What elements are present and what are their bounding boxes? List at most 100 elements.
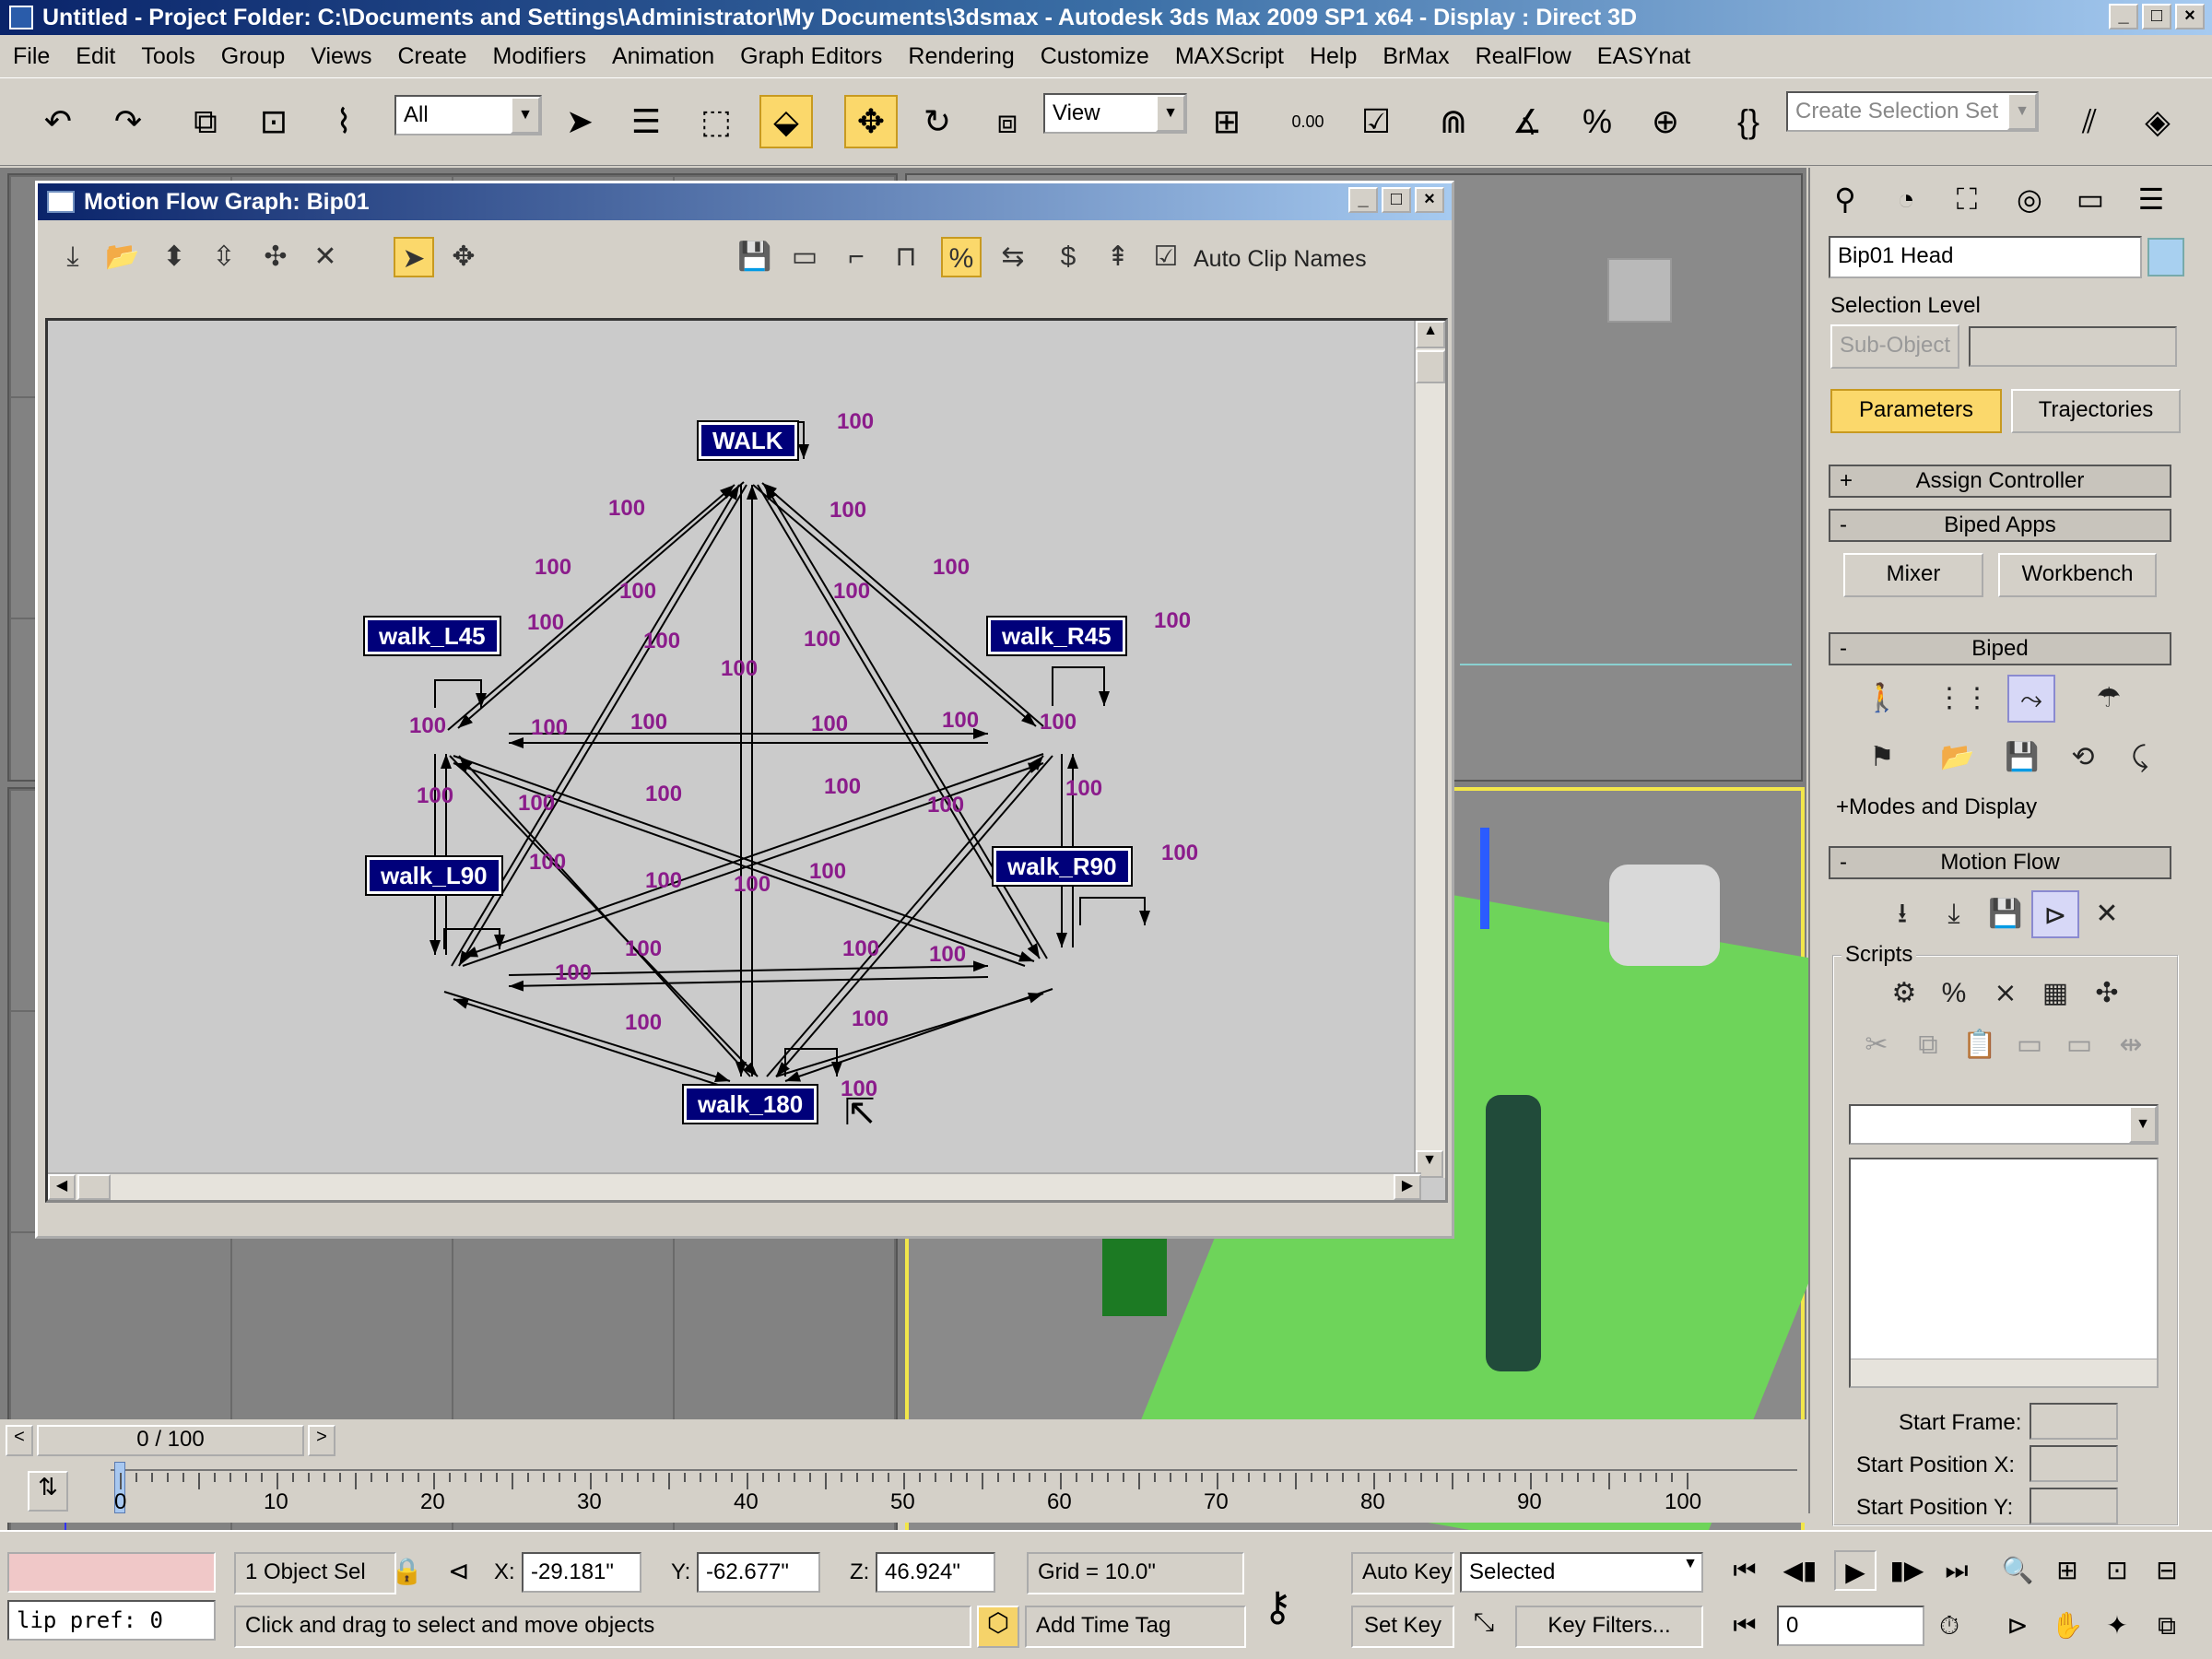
named-selection-set-dropdown[interactable]: Create Selection Set ▼ [1786, 91, 2039, 132]
transition-weight[interactable]: 100 [734, 872, 771, 898]
menu-modifiers[interactable]: Modifiers [493, 43, 586, 70]
maxscript-mini-listener-pink[interactable] [7, 1552, 216, 1593]
unlink-icon[interactable]: ⊡ [247, 95, 300, 148]
transition-weight[interactable]: 100 [833, 579, 870, 605]
transition-weight[interactable]: 100 [721, 656, 758, 682]
define-script-icon[interactable]: ⚙ [1880, 970, 1928, 1018]
scale-icon[interactable]: ⧈ [981, 95, 1034, 148]
save-script-icon[interactable]: 💾 [735, 237, 775, 277]
transition-weight[interactable]: 100 [531, 715, 568, 741]
add-time-tag-icon[interactable]: ⬡ [977, 1606, 1019, 1648]
transition-weight[interactable]: 100 [1161, 841, 1198, 866]
sub-object-button[interactable]: Sub-Object [1830, 324, 1959, 369]
menu-rendering[interactable]: Rendering [908, 43, 1014, 70]
workbench-button[interactable]: Workbench [1998, 553, 2157, 597]
insert-icon[interactable]: ▭ [2006, 1021, 2053, 1069]
create-multiple-transitions-icon[interactable]: ✕ [2083, 890, 2131, 938]
motion-flow-mode-icon[interactable]: ⤳ [2007, 675, 2055, 723]
undo-icon[interactable]: ↶ [31, 95, 85, 148]
mixer-mode-icon[interactable]: ☂ [2085, 675, 2133, 723]
biped-rollout[interactable]: - Biped [1829, 632, 2171, 665]
delete-icon[interactable]: ✕ [305, 237, 346, 277]
biped-apps-rollout[interactable]: - Biped Apps [1829, 509, 2171, 542]
maximize-viewport-icon[interactable]: ⧉ [2146, 1606, 2188, 1646]
reference-coordinate-dropdown[interactable]: View ▼ [1043, 93, 1187, 134]
transition-weight[interactable]: 100 [409, 713, 446, 739]
create-clip-icon[interactable]: ⌐ [836, 237, 877, 277]
motion-flow-rollout[interactable]: - Motion Flow [1829, 846, 2171, 879]
auto-key-button[interactable]: Auto Key [1351, 1552, 1454, 1594]
footstep-mode-icon[interactable]: ⋮⋮ [1936, 675, 1991, 723]
move-icon[interactable]: ✥ [844, 95, 898, 148]
start-position-x-spinner[interactable] [2030, 1445, 2118, 1482]
mfg-maximize-button[interactable]: □ [1382, 187, 1411, 213]
spinner-snap-icon[interactable]: 0.00 [1281, 95, 1335, 148]
save-file-icon[interactable]: 💾 [1998, 734, 2046, 782]
set-key-button[interactable]: Set Key [1351, 1606, 1454, 1648]
menu-customize[interactable]: Customize [1041, 43, 1149, 70]
lock-selection-icon[interactable]: 🔒 [391, 1556, 423, 1586]
pan-view-icon[interactable]: ✋ [2046, 1606, 2088, 1646]
time-slider-prev-icon[interactable]: < [6, 1425, 33, 1456]
transition-weight[interactable]: 100 [824, 774, 861, 800]
show-random-icon[interactable]: ▭ [784, 237, 825, 277]
menu-help[interactable]: Help [1310, 43, 1357, 70]
move-all-mode-icon[interactable]: ⤹ [2116, 734, 2164, 782]
y-coordinate-field[interactable]: -62.677" [697, 1552, 820, 1593]
transition-weight[interactable]: 100 [518, 791, 555, 817]
mfg-close-button[interactable]: × [1415, 187, 1444, 213]
move-clip-icon[interactable]: ✥ [443, 237, 484, 277]
transition-weight[interactable]: 100 [645, 868, 682, 894]
transition-weight[interactable]: 100 [630, 710, 667, 735]
create-tab-icon[interactable]: ⚲ [1819, 175, 1871, 223]
transition-weight[interactable]: 100 [933, 555, 970, 581]
utilities-tab-icon[interactable]: ☰ [2125, 175, 2177, 223]
start-position-y-spinner[interactable] [2030, 1488, 2118, 1524]
append-mfe-icon[interactable]: ⤓ [1930, 890, 1978, 938]
transition-weight[interactable]: 100 [1040, 710, 1077, 735]
remove-icon[interactable]: ▭ [2055, 1021, 2103, 1069]
bind-space-warp-icon[interactable]: ⌇ [317, 95, 371, 148]
menu-views[interactable]: Views [311, 43, 371, 70]
transition-weight[interactable]: 100 [619, 579, 656, 605]
maxscript-mini-listener[interactable]: lip pref: 0 [7, 1600, 216, 1641]
orbit-icon[interactable]: ✦ [2096, 1606, 2138, 1646]
named-selection-braces-icon[interactable]: {} [1722, 95, 1775, 148]
transition-weight[interactable]: 100 [927, 793, 964, 818]
edit-named-selection-icon[interactable]: ☑ [1349, 95, 1403, 148]
transition-weight[interactable]: 100 [608, 496, 645, 522]
menu-tools[interactable]: Tools [141, 43, 194, 70]
time-slider-next-icon[interactable]: > [308, 1425, 335, 1456]
transition-weight[interactable]: 100 [625, 936, 662, 962]
key-mode-dropdown[interactable]: Selected ▼ [1460, 1552, 1703, 1593]
transition-weight[interactable]: 100 [643, 629, 680, 654]
script-dropdown[interactable]: ▼ [1849, 1104, 2159, 1145]
select-arrow-icon[interactable]: ➤ [394, 237, 434, 277]
transition-weight[interactable]: 100 [811, 712, 848, 737]
parameters-tab[interactable]: Parameters [1830, 389, 2002, 433]
key-filters-button[interactable]: Key Filters... [1515, 1606, 1703, 1648]
key-mode-toggle-icon[interactable]: ⏮ [1724, 1606, 1766, 1646]
transition-weight[interactable]: 100 [645, 782, 682, 807]
rectangular-selection-icon[interactable]: ⬚ [689, 95, 743, 148]
table-icon[interactable]: ▦ [2031, 970, 2079, 1018]
angle-snap-icon[interactable]: ∡ [1500, 95, 1554, 148]
insert-clip-icon[interactable]: ⬍ [154, 237, 194, 277]
mfg-minimize-button[interactable]: _ [1348, 187, 1378, 213]
time-slider-thumb[interactable]: 0 / 100 [37, 1425, 304, 1456]
mixer-button[interactable]: Mixer [1843, 553, 1983, 597]
menu-realflow[interactable]: RealFlow [1476, 43, 1571, 70]
scroll-left-arrow-icon[interactable]: ◀ [48, 1174, 76, 1200]
transition-weight[interactable]: 100 [809, 859, 846, 885]
load-file-icon[interactable]: 📂 [1934, 734, 1982, 782]
transition-weight[interactable]: 100 [625, 1010, 662, 1036]
save-mfe-icon[interactable]: 💾 [1982, 890, 2030, 938]
mirror-icon[interactable]: ⫽ [2063, 95, 2116, 148]
percent-icon[interactable]: % [1930, 970, 1978, 1018]
paste-icon[interactable]: 📋 [1956, 1021, 2004, 1069]
rotate-icon[interactable]: ↻ [911, 95, 964, 148]
transition-weight[interactable]: 100 [1154, 608, 1191, 634]
modes-and-display-expander[interactable]: +Modes and Display [1836, 794, 2037, 820]
menu-animation[interactable]: Animation [612, 43, 714, 70]
window-crossing-icon[interactable]: ⬙ [759, 95, 813, 148]
